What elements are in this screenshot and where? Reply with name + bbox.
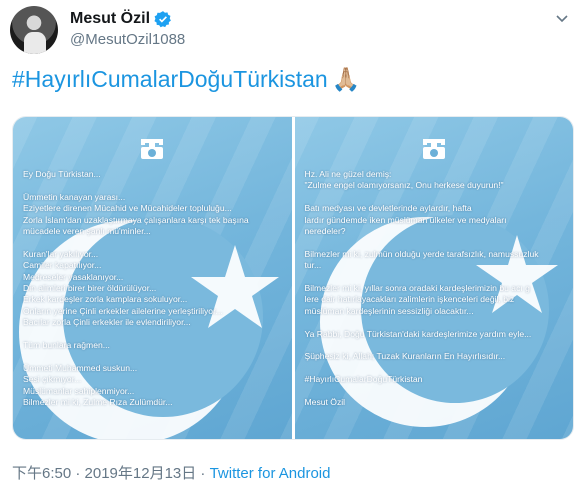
text-line: Zorla İslam'dan uzaklaştırmaya çalışanla…: [23, 214, 249, 225]
text-line: Medreseler yasaklanıyor...: [23, 271, 124, 282]
text-line: [305, 272, 568, 283]
text-line: [305, 363, 568, 374]
text-line: [305, 317, 568, 328]
praying-hands-emoji: 🙏🏼: [331, 66, 361, 92]
text-line: Bilmezler mi ki, zulmün olduğu yerde tar…: [304, 248, 539, 259]
tweet-media[interactable]: Ey Doğu Türkistan... Ümmetin kanayan yar…: [12, 116, 574, 440]
brand-logo-icon: [141, 139, 164, 159]
tweet-text: #HayırlıCumalarDoğuTürkistan 🙏🏼: [12, 66, 360, 93]
text-line: Eziyetlere direnen Mücahid ve Mücahidele…: [23, 203, 232, 214]
text-line: Mesut Özil: [304, 397, 346, 408]
text-line: Tüm bunlara rağmen...: [23, 340, 110, 351]
text-line: [305, 340, 568, 351]
text-line: Bacılar zorla Çinli erkekler ile evlendi…: [23, 317, 191, 328]
text-line: lardır gündemde iken müslüman ülkeler ve…: [304, 214, 507, 225]
text-line: Onların yerine Çinli erkekler ailelerine…: [23, 305, 223, 316]
text-line: Bilmezler mi ki, yıllar sonra oradaki ka…: [304, 283, 530, 294]
chevron-down-icon[interactable]: [554, 10, 570, 26]
author-handle[interactable]: @MesutOzil1088: [70, 31, 185, 48]
tweet-header: Mesut Özil @MesutOzil1088: [10, 6, 576, 54]
text-line: Bilmezler mi ki, Zulme Rıza Zulümdür...: [23, 397, 173, 408]
source-link[interactable]: Twitter for Android: [210, 465, 331, 482]
text-line: [23, 329, 286, 340]
text-line: tur...: [304, 260, 322, 271]
text-line: [23, 180, 286, 191]
text-line: Erkek kardeşler zorla kamplara sokuluyor…: [23, 294, 188, 305]
text-line: neredeler?: [304, 226, 346, 237]
text-line: [23, 351, 286, 362]
text-line: Sesi çıkmıyor...: [23, 374, 82, 385]
text-block-right: Hz. Ali ne güzel demiş: "Zulme engel ola…: [305, 169, 568, 408]
author-name-row: Mesut Özil: [70, 10, 172, 28]
tweet-footer: 下午6:50 · 2019年12月13日 · Twitter for Andro…: [12, 462, 330, 483]
text-line: Müslümanlar sahiplenmiyor...: [23, 385, 135, 396]
text-block-left: Ey Doğu Türkistan... Ümmetin kanayan yar…: [23, 169, 286, 408]
text-line: Din alimleri birer birer öldürülüyor...: [23, 283, 157, 294]
text-line: "Zulme engel olamıyorsanız, Onu herkese …: [304, 180, 504, 191]
timestamp[interactable]: 下午6:50 · 2019年12月13日 ·: [12, 465, 210, 482]
avatar[interactable]: [10, 6, 58, 54]
text-line: Ey Doğu Türkistan...: [23, 169, 101, 179]
text-line: Ümmeti Muhammed suskun...: [23, 362, 138, 373]
text-line: Hz. Ali ne güzel demiş:: [304, 169, 392, 179]
text-line: Batı medyası ve devletlerinde aylardır, …: [304, 203, 472, 214]
text-line: #HayırlıCumalarDoğuTürkistan: [304, 374, 423, 385]
text-line: [305, 237, 568, 248]
media-image-right[interactable]: Hz. Ali ne güzel demiş: "Zulme engel ola…: [294, 117, 573, 439]
text-line: [305, 192, 568, 203]
text-line: [305, 386, 568, 397]
text-line: [23, 237, 286, 248]
text-line: Şüphesiz ki, Allah; Tuzak Kuranların En …: [304, 351, 506, 362]
text-line: lere dair hatırlayacakları zalimlerin iş…: [304, 294, 515, 305]
text-line: mücadele veren şanlı mü'minler...: [23, 226, 151, 237]
text-line: Ya Rabbi, Doğu Türkistan'daki kardeşleri…: [304, 328, 532, 339]
verified-badge-icon: [154, 11, 171, 28]
text-line: Kuran'lar yakılıyor...: [23, 248, 99, 259]
text-line: Camiler kapatılıyor...: [23, 260, 102, 271]
author-name[interactable]: Mesut Özil: [70, 10, 150, 28]
brand-logo-icon: [422, 139, 445, 159]
text-line: müslüman kardeşlerinin sessizliği olacak…: [304, 305, 474, 316]
hashtag-link[interactable]: #HayırlıCumalarDoğuTürkistan: [12, 66, 328, 92]
text-line: Ümmetin kanayan yarası...: [23, 191, 126, 202]
media-image-left[interactable]: Ey Doğu Türkistan... Ümmetin kanayan yar…: [13, 117, 292, 439]
